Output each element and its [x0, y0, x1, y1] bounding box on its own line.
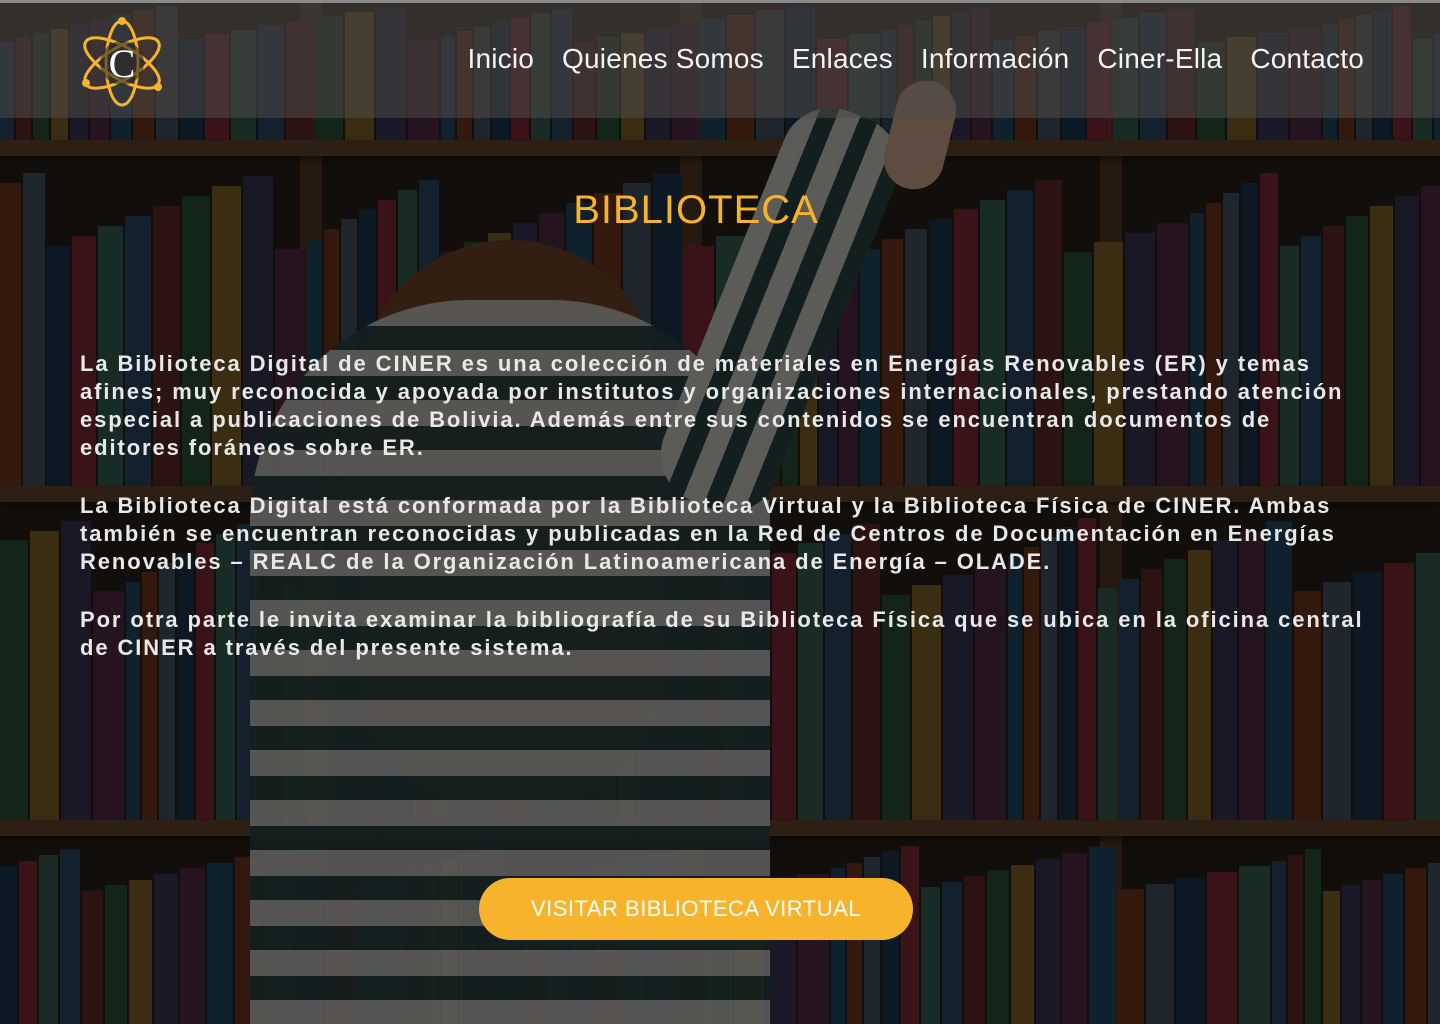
paragraph-3: Por otra parte le invita examinar la bib…: [80, 607, 1364, 660]
page: C Inicio Quienes Somos Enlaces Informaci…: [0, 0, 1440, 1024]
paragraph-1: La Biblioteca Digital de CINER es una co…: [80, 351, 1344, 460]
paragraph-2: La Biblioteca Digital está conformada po…: [80, 493, 1336, 574]
logo-link[interactable]: C: [78, 15, 166, 107]
nav-item-enlaces[interactable]: Enlaces: [792, 43, 893, 75]
visit-virtual-library-button[interactable]: VISITAR BIBLIOTECA VIRTUAL: [479, 878, 913, 940]
nav-item-contacto[interactable]: Contacto: [1250, 43, 1364, 75]
svg-text:C: C: [109, 41, 136, 86]
nav-item-informacion[interactable]: Información: [921, 43, 1070, 75]
nav-item-ciner-ella[interactable]: Ciner-Ella: [1097, 43, 1222, 75]
atom-logo-icon: C: [82, 17, 162, 107]
main-nav: Inicio Quienes Somos Enlaces Información…: [467, 43, 1364, 75]
nav-item-inicio[interactable]: Inicio: [467, 43, 534, 75]
page-title: BIBLIOTECA: [573, 188, 819, 232]
intro-text: La Biblioteca Digital de CINER es una co…: [80, 350, 1370, 692]
nav-item-quienes-somos[interactable]: Quienes Somos: [562, 43, 764, 75]
site-header: C Inicio Quienes Somos Enlaces Informaci…: [0, 0, 1440, 118]
